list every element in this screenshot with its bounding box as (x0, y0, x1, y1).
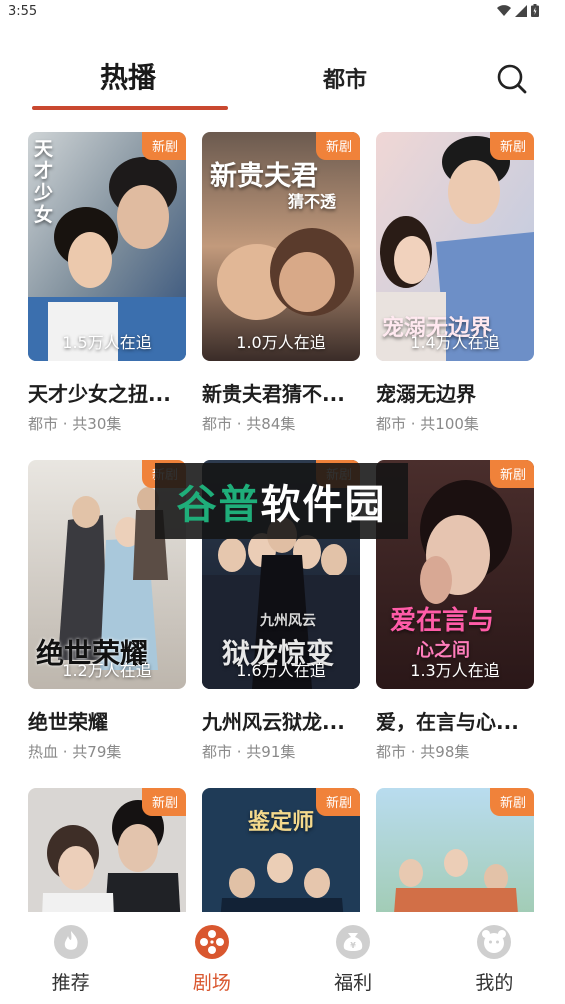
poster-subtitle-art: 猜不透 (288, 192, 337, 211)
follower-count: 1.2万人在追 (62, 661, 152, 680)
watermark-part2: 软件园 (260, 482, 387, 528)
drama-title: 天才少女之扭... (28, 382, 171, 406)
nav-label: 推荐 (51, 972, 90, 994)
follower-count: 1.3万人在追 (410, 661, 500, 680)
new-badge: 新剧 (141, 132, 186, 160)
nav-theater[interactable]: 剧场 (141, 912, 282, 1004)
drama-poster[interactable]: 天才少女 新剧 1.5万人在追 (28, 132, 186, 361)
drama-card[interactable]: 新剧 (28, 788, 186, 912)
tab-active-indicator (32, 106, 228, 110)
profile-face-icon (477, 925, 512, 959)
tab-hot[interactable]: 热播 (100, 56, 156, 96)
money-bag-icon: ¥ (336, 925, 371, 959)
search-icon[interactable] (497, 64, 527, 94)
drama-title: 绝世荣耀 (28, 710, 108, 734)
top-tab-bar: 热播 都市 (0, 50, 565, 112)
drama-poster[interactable]: 新剧 (376, 788, 534, 912)
nav-benefits[interactable]: ¥ 福利 (283, 912, 424, 1004)
battery-icon (531, 4, 539, 17)
drama-poster[interactable]: 宠溺无边界 新剧 1.4万人在追 (376, 132, 534, 361)
drama-poster[interactable]: 新贵夫君 猜不透 新剧 1.0万人在追 (202, 132, 360, 361)
nav-label: 剧场 (192, 972, 231, 994)
drama-title: 新贵夫君猜不... (202, 382, 345, 406)
new-badge: 新剧 (489, 788, 534, 816)
status-bar: 3:55 (0, 0, 565, 26)
drama-card[interactable]: 宠溺无边界 新剧 1.4万人在追 宠溺无边界 都市 · 共100集 (376, 132, 534, 434)
poster-subtitle-art: 九州风云 (260, 613, 316, 629)
follower-count: 1.0万人在追 (236, 333, 326, 352)
poster-title-art: 爱在言与 (390, 606, 495, 636)
svg-text:¥: ¥ (350, 941, 356, 950)
poster-title-art: 鉴定师 (248, 809, 315, 835)
watermark-logo: 谷普 软件园 (155, 463, 408, 539)
drama-meta: 都市 · 共98集 (376, 743, 470, 761)
drama-title: 宠溺无边界 (376, 382, 476, 406)
new-badge: 新剧 (315, 132, 360, 160)
drama-card[interactable]: 新剧 (376, 788, 534, 912)
wifi-icon (497, 4, 511, 16)
status-icons (497, 4, 539, 17)
drama-title: 九州风云狱龙... (202, 710, 345, 734)
follower-count: 1.4万人在追 (410, 333, 500, 352)
drama-title: 爱，在言与心... (376, 710, 519, 734)
drama-meta: 热血 · 共79集 (28, 743, 122, 761)
drama-poster[interactable]: 新剧 (28, 788, 186, 912)
drama-card[interactable]: 鉴定师 新剧 (202, 788, 360, 912)
status-time: 3:55 (8, 4, 38, 19)
drama-meta: 都市 · 共100集 (376, 415, 479, 433)
watermark-part1: 谷普 (176, 482, 261, 528)
follower-count: 1.6万人在追 (236, 661, 326, 680)
new-badge: 新剧 (489, 460, 534, 488)
new-badge: 新剧 (489, 132, 534, 160)
new-badge: 新剧 (141, 788, 186, 816)
follower-count: 1.5万人在追 (62, 333, 152, 352)
drama-meta: 都市 · 共84集 (202, 415, 296, 433)
drama-meta: 都市 · 共30集 (28, 415, 122, 433)
new-badge: 新剧 (315, 788, 360, 816)
drama-card[interactable]: 新贵夫君 猜不透 新剧 1.0万人在追 新贵夫君猜不... 都市 · 共84集 (202, 132, 360, 434)
nav-label: 福利 (334, 972, 373, 994)
drama-meta: 都市 · 共91集 (202, 743, 296, 761)
nav-recommend[interactable]: 推荐 (0, 912, 141, 1004)
poster-title-art: 天才少女 (34, 138, 54, 226)
flame-icon (53, 925, 88, 959)
nav-label: 我的 (475, 972, 514, 994)
tab-city[interactable]: 都市 (323, 62, 367, 94)
nav-mine[interactable]: 我的 (424, 912, 565, 1004)
film-reel-icon (194, 925, 229, 959)
drama-poster[interactable]: 鉴定师 新剧 (202, 788, 360, 912)
bottom-nav: 推荐 剧场 ¥ 福利 我的 (0, 912, 565, 1004)
signal-icon (515, 4, 527, 17)
drama-card[interactable]: 天才少女 新剧 1.5万人在追 天才少女之扭... 都市 · 共30集 (28, 132, 186, 434)
